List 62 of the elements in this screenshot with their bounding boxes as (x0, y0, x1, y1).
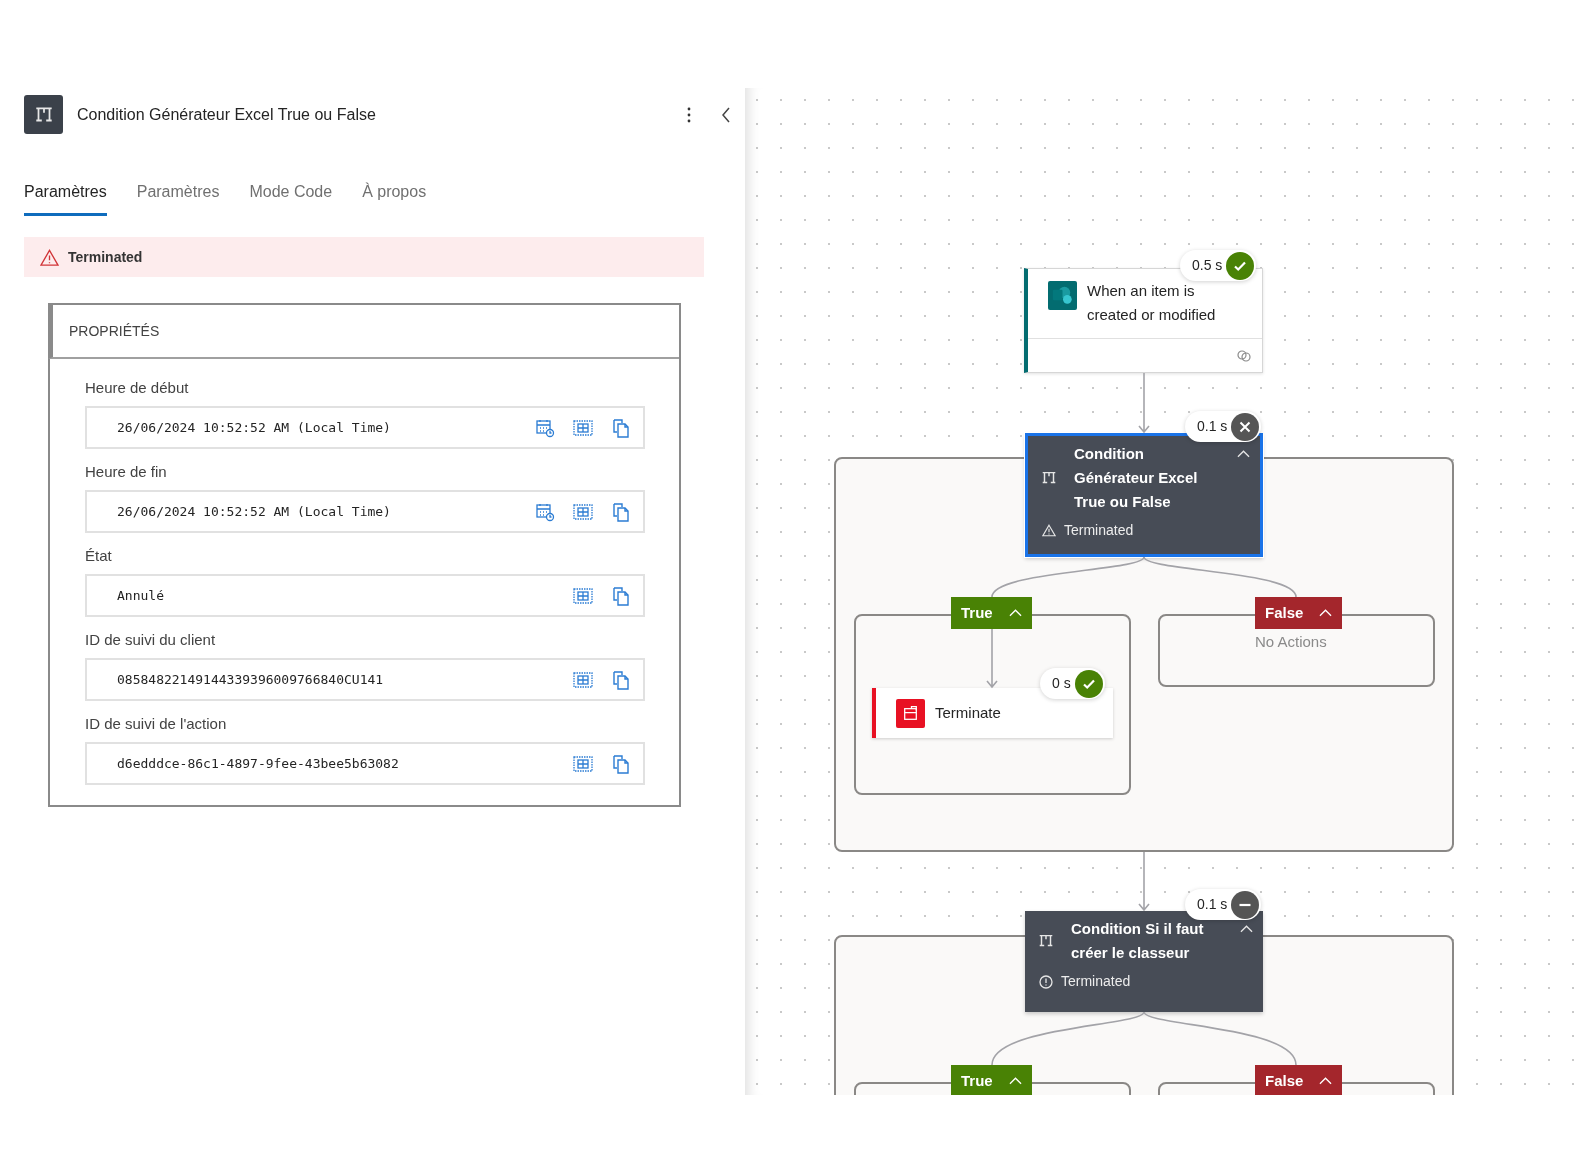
read-only-field[interactable]: 08584822149144339396009766840CU141 (85, 658, 645, 701)
copy-icon[interactable] (611, 501, 631, 522)
section-title: PROPRIÉTÉS (69, 321, 160, 341)
read-only-field[interactable]: Annulé (85, 574, 645, 617)
caret-icon[interactable] (1240, 925, 1253, 933)
more-options-icon[interactable] (687, 106, 691, 123)
copy-icon[interactable] (611, 417, 631, 438)
read-only-field[interactable]: 26/06/2024 10:52:52 AM (Local Time) (85, 490, 645, 533)
copy-icon[interactable] (611, 753, 631, 774)
action-card[interactable]: Terminate (872, 688, 1113, 738)
link-icon[interactable] (1236, 349, 1252, 362)
branch-label[interactable]: False (1255, 597, 1343, 629)
condition-title: Condition Si il faut créer le classeur (1071, 919, 1205, 963)
warning-icon (40, 248, 59, 266)
collapse-icon[interactable] (721, 106, 731, 123)
condition-card[interactable]: Condition Générateur Excel True ou False Terminated (1025, 433, 1263, 557)
branch-name: False (1265, 1070, 1304, 1091)
trigger-title: When an item is created or modified (1087, 281, 1217, 325)
condition-icon (24, 95, 63, 134)
tab[interactable]: Paramètres (24, 178, 107, 216)
connector-line (1138, 851, 1150, 912)
branch-label[interactable]: True (951, 1065, 1032, 1095)
field-label: Heure de début (85, 378, 189, 398)
info-icon (1039, 974, 1053, 989)
tab[interactable]: Mode Code (249, 178, 333, 216)
field-label: État (85, 546, 112, 566)
branch-name: True (961, 1070, 993, 1091)
warning-icon (1042, 524, 1056, 537)
field-label: Heure de fin (85, 462, 167, 482)
field-label: ID de suivi du client (85, 630, 216, 650)
table-icon[interactable] (573, 501, 593, 522)
tab[interactable]: Paramètres (136, 178, 220, 216)
table-icon[interactable] (573, 585, 593, 606)
status-text: Terminated (1061, 972, 1131, 991)
read-only-field[interactable]: d6edddce-86c1-4897-9fee-43bee5b63082 (85, 742, 645, 785)
table-icon[interactable] (573, 669, 593, 690)
duration-text: 0.1 s (1197, 895, 1228, 914)
calendar-icon[interactable] (535, 501, 555, 522)
condition-card[interactable]: Condition Si il faut créer le classeur Terminated (1025, 911, 1263, 1012)
tab[interactable]: À propos (362, 178, 427, 216)
panel-title: Condition Générateur Excel True ou False (77, 104, 376, 125)
read-only-field[interactable]: 26/06/2024 10:52:52 AM (Local Time) (85, 406, 645, 449)
table-icon[interactable] (573, 417, 593, 438)
calendar-icon[interactable] (535, 417, 555, 438)
action-title: Terminate (935, 702, 1001, 723)
alert-text: Terminated (68, 247, 143, 267)
copy-icon[interactable] (611, 585, 631, 606)
field-label: ID de suivi de l'action (85, 714, 227, 734)
list-app-icon (1048, 281, 1077, 310)
duration-text: 0.1 s (1197, 417, 1228, 436)
empty-branch-text: No Actions (1255, 632, 1327, 652)
branch-label[interactable]: False (1255, 1065, 1343, 1095)
status-text: Terminated (1064, 521, 1134, 540)
branch-label[interactable]: True (951, 597, 1032, 629)
branch-name: False (1265, 602, 1304, 623)
branch-name: True (961, 602, 993, 623)
table-icon[interactable] (573, 753, 593, 774)
connector-line (986, 628, 998, 689)
condition-title: Condition Générateur Excel True ou False (1074, 444, 1199, 512)
caret-icon[interactable] (1237, 450, 1250, 458)
connector-line (1138, 372, 1150, 434)
copy-icon[interactable] (611, 669, 631, 690)
